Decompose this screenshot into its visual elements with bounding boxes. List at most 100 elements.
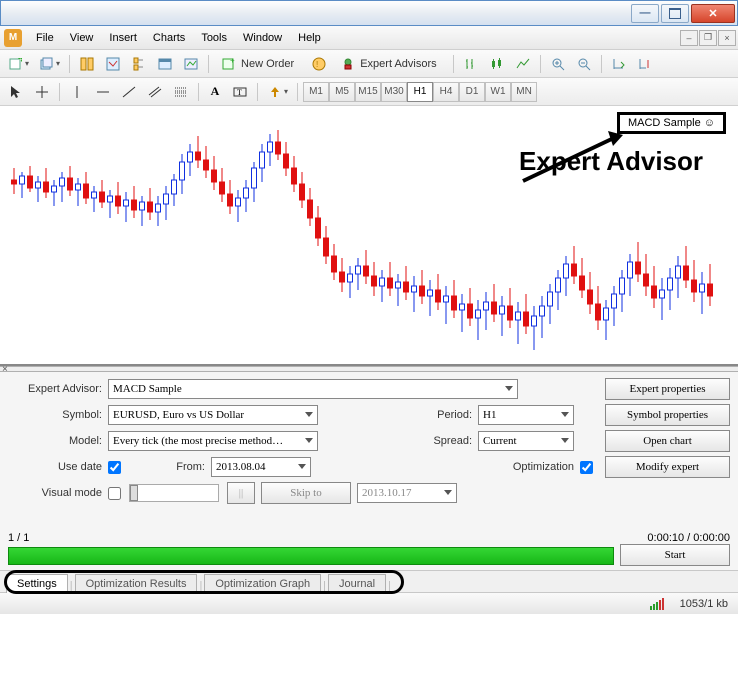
window-close-button[interactable] xyxy=(691,4,735,23)
bar-chart-icon[interactable] xyxy=(459,53,483,75)
crosshair-icon[interactable] xyxy=(30,81,54,103)
optimization-checkbox[interactable] xyxy=(580,461,593,474)
ea-badge: MACD Sample ☺ xyxy=(617,112,726,134)
usedate-label: Use date xyxy=(8,461,108,473)
use-date-checkbox[interactable] xyxy=(108,461,121,474)
expert-advisors-button[interactable]: Expert Advisors xyxy=(333,53,447,75)
toolbar-main: +▾ ▾ +New Order ! Expert Advisors xyxy=(0,50,738,78)
auto-scroll-icon[interactable] xyxy=(607,53,631,75)
tab-optimization-results[interactable]: Optimization Results xyxy=(75,574,198,593)
period-select[interactable]: H1 xyxy=(478,405,574,425)
zoom-in-icon[interactable] xyxy=(546,53,570,75)
app-icon: M xyxy=(4,29,22,47)
mdi-close-button[interactable]: × xyxy=(718,30,736,46)
modify-expert-button[interactable]: Modify expert xyxy=(605,456,730,478)
spread-select[interactable]: Current xyxy=(478,431,574,451)
timeframe-m1[interactable]: M1 xyxy=(303,82,329,102)
model-label: Model: xyxy=(8,435,108,447)
menu-insert[interactable]: Insert xyxy=(101,29,145,47)
tester-tabstrip: Settings | Optimization Results | Optimi… xyxy=(0,570,738,592)
symbol-select[interactable]: EURUSD, Euro vs US Dollar xyxy=(108,405,318,425)
svg-text:+: + xyxy=(230,56,235,65)
window-titlebar xyxy=(0,0,738,26)
traffic-label: 1053/1 kb xyxy=(680,598,728,610)
market-watch-icon[interactable] xyxy=(75,53,99,75)
timeframe-h4[interactable]: H4 xyxy=(433,82,459,102)
start-button[interactable]: Start xyxy=(620,544,730,566)
navigator-icon[interactable] xyxy=(127,53,151,75)
progress-bar xyxy=(8,547,614,565)
strategy-tester-panel: Expert Advisor: MACD Sample Expert prope… xyxy=(0,372,738,570)
timeframe-m5[interactable]: M5 xyxy=(329,82,355,102)
status-bar: 1053/1 kb xyxy=(0,592,738,614)
mdi-minimize-button[interactable]: – xyxy=(680,30,698,46)
chart-shift-icon[interactable] xyxy=(633,53,657,75)
data-window-icon[interactable] xyxy=(101,53,125,75)
window-maximize-button[interactable] xyxy=(661,4,689,23)
panel-close-icon[interactable]: × xyxy=(2,364,8,375)
panel-splitter[interactable]: × xyxy=(0,366,738,372)
timeframe-d1[interactable]: D1 xyxy=(459,82,485,102)
vertical-line-icon[interactable] xyxy=(65,81,89,103)
menu-charts[interactable]: Charts xyxy=(145,29,193,47)
timeframe-w1[interactable]: W1 xyxy=(485,82,511,102)
fibonacci-icon[interactable] xyxy=(169,81,193,103)
expert-advisors-label: Expert Advisors xyxy=(356,58,440,70)
text-label-icon[interactable]: T xyxy=(228,81,252,103)
speed-slider[interactable] xyxy=(129,484,219,502)
connection-bars-icon xyxy=(650,598,664,610)
to-date-picker[interactable]: 2013.10.17 xyxy=(357,483,457,503)
cursor-icon[interactable] xyxy=(4,81,28,103)
from-label: From: xyxy=(171,461,211,473)
menu-help[interactable]: Help xyxy=(290,29,329,47)
tab-settings[interactable]: Settings xyxy=(6,574,68,593)
new-order-button[interactable]: +New Order xyxy=(214,53,305,75)
trendline-icon[interactable] xyxy=(117,81,141,103)
model-select[interactable]: Every tick (the most precise method… xyxy=(108,431,318,451)
pause-button[interactable]: || xyxy=(227,482,255,504)
toolbar-drawing: A T ▾ M1M5M15M30H1H4D1W1MN xyxy=(0,78,738,106)
timeframe-h1[interactable]: H1 xyxy=(407,82,433,102)
profiles-icon[interactable]: ▾ xyxy=(35,53,64,75)
equidistant-channel-icon[interactable] xyxy=(143,81,167,103)
svg-text:!: ! xyxy=(316,60,318,69)
timeframe-m15[interactable]: M15 xyxy=(355,82,381,102)
new-chart-icon[interactable]: +▾ xyxy=(4,53,33,75)
menu-window[interactable]: Window xyxy=(235,29,290,47)
visual-mode-label: Visual mode xyxy=(8,487,108,499)
expert-properties-button[interactable]: Expert properties xyxy=(605,378,730,400)
visual-mode-checkbox[interactable] xyxy=(108,487,121,500)
progress-time-label: 0:00:10 / 0:00:00 xyxy=(647,532,730,544)
zoom-out-icon[interactable] xyxy=(572,53,596,75)
timeframe-mn[interactable]: MN xyxy=(511,82,537,102)
from-date-picker[interactable]: 2013.08.04 xyxy=(211,457,311,477)
svg-text:+: + xyxy=(19,58,23,64)
terminal-icon[interactable] xyxy=(153,53,177,75)
svg-text:T: T xyxy=(237,88,242,97)
tab-optimization-graph[interactable]: Optimization Graph xyxy=(204,574,321,593)
text-icon[interactable]: A xyxy=(204,81,226,103)
period-label: Period: xyxy=(418,409,478,421)
ea-select[interactable]: MACD Sample xyxy=(108,379,518,399)
menu-file[interactable]: File xyxy=(28,29,62,47)
menu-view[interactable]: View xyxy=(62,29,102,47)
new-order-label: New Order xyxy=(237,58,298,70)
skip-to-button[interactable]: Skip to xyxy=(261,482,351,504)
arrows-icon[interactable]: ▾ xyxy=(263,81,292,103)
horizontal-line-icon[interactable] xyxy=(91,81,115,103)
line-chart-icon[interactable] xyxy=(511,53,535,75)
menu-tools[interactable]: Tools xyxy=(193,29,235,47)
annotation-label: Expert Advisor xyxy=(519,146,703,177)
metaquotes-icon[interactable]: ! xyxy=(307,53,331,75)
chart-canvas[interactable]: MACD Sample ☺ Expert Advisor xyxy=(0,106,738,366)
candle-chart-icon[interactable] xyxy=(485,53,509,75)
window-minimize-button[interactable] xyxy=(631,4,659,23)
symbol-properties-button[interactable]: Symbol properties xyxy=(605,404,730,426)
open-chart-button[interactable]: Open chart xyxy=(605,430,730,452)
timeframe-m30[interactable]: M30 xyxy=(381,82,407,102)
tab-journal[interactable]: Journal xyxy=(328,574,386,593)
ea-label: Expert Advisor: xyxy=(8,383,108,395)
mdi-restore-button[interactable]: ❐ xyxy=(699,30,717,46)
strategy-tester-icon[interactable] xyxy=(179,53,203,75)
symbol-label: Symbol: xyxy=(8,409,108,421)
